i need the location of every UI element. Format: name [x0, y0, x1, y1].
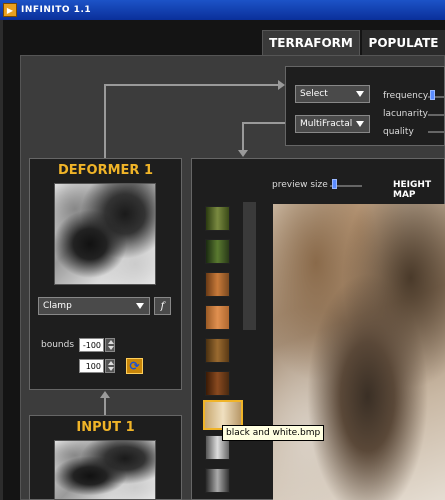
arrow-up-icon — [100, 391, 110, 398]
height-map-label: HEIGHT MAP — [393, 180, 432, 200]
frequency-slider-thumb[interactable] — [430, 90, 435, 100]
deformer-mode-dropdown[interactable]: Clamp — [38, 297, 150, 315]
fractal-type-label: MultiFractal — [300, 119, 353, 129]
select-dropdown-label: Select — [300, 89, 328, 99]
swatch-tooltip: black and white.bmp — [222, 425, 325, 441]
connector-line — [104, 84, 106, 158]
chevron-down-icon — [136, 303, 144, 309]
quality-label: quality — [383, 127, 414, 137]
bounds-max-spinner[interactable] — [105, 359, 115, 373]
connector-line — [104, 397, 106, 415]
texture-swatch[interactable] — [205, 305, 230, 330]
bounds-label: bounds — [41, 340, 75, 350]
bounds-min-field[interactable]: -100 — [79, 338, 104, 352]
bounds-max-field[interactable]: 100 — [79, 359, 104, 373]
arrow-down-icon — [238, 150, 248, 157]
texture-swatch[interactable] — [205, 272, 230, 297]
preview-size-slider-thumb[interactable] — [332, 179, 337, 189]
arrow-right-icon — [278, 80, 285, 90]
connector-line — [104, 84, 280, 86]
deformer-title: DEFORMER 1 — [57, 163, 153, 178]
noise-generator-panel — [285, 66, 445, 146]
tab-terraform[interactable]: TERRAFORM — [262, 30, 360, 55]
app-logo-icon: ▶ — [3, 3, 17, 17]
texture-swatch[interactable] — [205, 468, 230, 493]
texture-swatch[interactable] — [205, 338, 230, 363]
height-map-preview — [273, 204, 445, 500]
window-title: INFINITO 1.1 — [21, 5, 92, 15]
lacunarity-label: lacunarity — [383, 109, 428, 119]
frequency-label: frequency — [383, 91, 429, 101]
window-titlebar: ▶ INFINITO 1.1 — [0, 0, 445, 20]
refresh-icon[interactable]: ⟳ — [126, 358, 143, 374]
swatch-scrollbar[interactable] — [243, 202, 256, 330]
preview-size-label: preview size — [272, 180, 328, 190]
texture-swatch[interactable] — [205, 206, 230, 231]
function-button[interactable]: f — [154, 297, 171, 315]
chevron-down-icon — [356, 121, 364, 127]
connector-line — [242, 122, 285, 124]
connector-line — [242, 122, 244, 152]
input-title: INPUT 1 — [76, 420, 135, 435]
bounds-min-spinner[interactable] — [105, 338, 115, 352]
input-thumbnail — [54, 440, 156, 500]
deformer-thumbnail — [54, 183, 156, 285]
lacunarity-slider-track[interactable] — [428, 114, 445, 116]
fractal-type-dropdown[interactable]: MultiFractal — [295, 115, 370, 133]
select-dropdown[interactable]: Select — [295, 85, 370, 103]
tab-populate[interactable]: POPULATE — [362, 30, 445, 55]
texture-swatch[interactable] — [205, 239, 230, 264]
chevron-down-icon — [356, 91, 364, 97]
quality-slider-track[interactable] — [428, 131, 445, 133]
texture-swatch[interactable] — [205, 371, 230, 396]
deformer-mode-label: Clamp — [43, 301, 72, 311]
